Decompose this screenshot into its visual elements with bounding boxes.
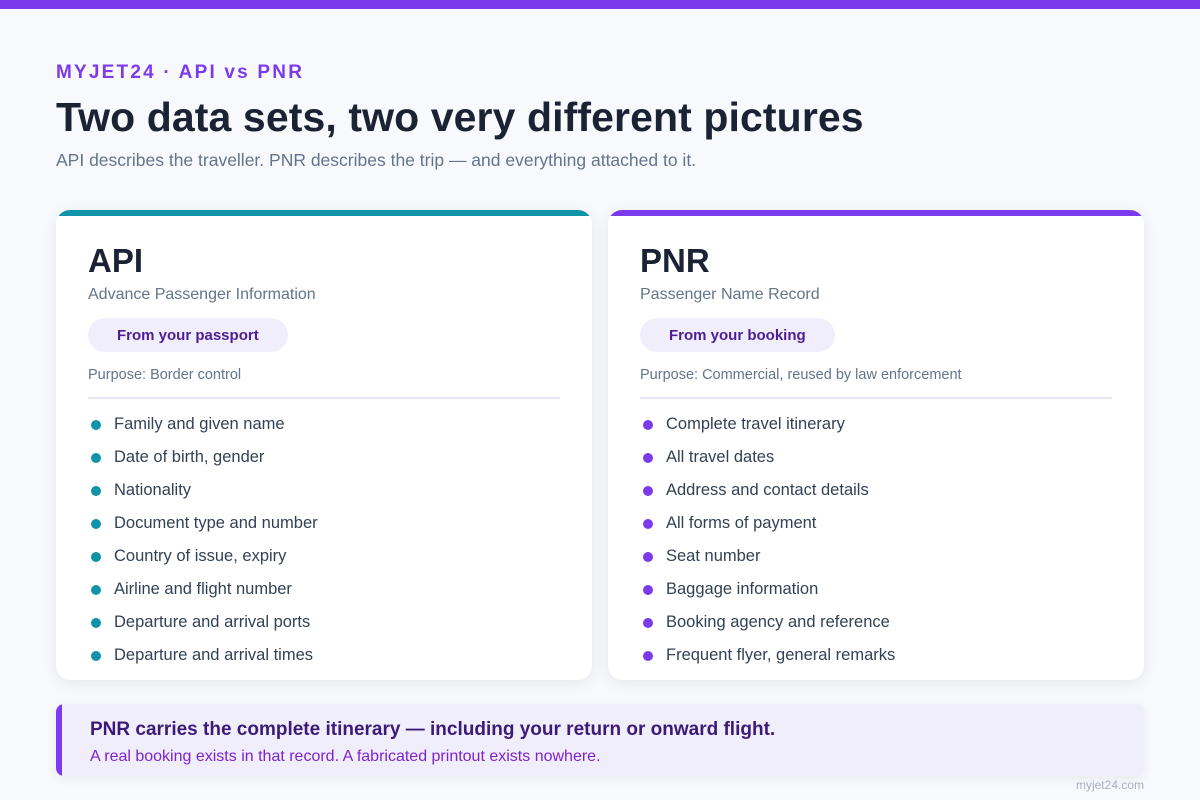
bullet-dot-icon bbox=[91, 617, 101, 628]
eyebrow-label: MYJET24 · API vs PNR bbox=[56, 62, 305, 83]
bullet-dot-icon bbox=[643, 650, 653, 661]
pnr-card-subtitle: Passenger Name Record bbox=[640, 286, 820, 303]
bullet-dot-icon bbox=[91, 419, 101, 430]
bullet-dot-icon bbox=[643, 485, 653, 496]
list-item: Document type and number bbox=[88, 507, 318, 540]
list-item-label: Baggage information bbox=[666, 580, 819, 598]
list-item: Departure and arrival ports bbox=[88, 606, 318, 639]
list-item: Nationality bbox=[88, 474, 318, 507]
list-item: Frequent flyer, general remarks bbox=[640, 639, 895, 672]
api-card-accent bbox=[56, 210, 592, 216]
callout-subtext: A real booking exists in that record. A … bbox=[90, 748, 601, 765]
api-purpose-text: Purpose: Border control bbox=[88, 367, 242, 383]
api-field-list: Family and given name Date of birth, gen… bbox=[88, 408, 318, 672]
callout-headline: PNR carries the complete itinerary — inc… bbox=[90, 719, 776, 740]
bullet-dot-icon bbox=[643, 617, 653, 628]
pnr-card-divider bbox=[640, 397, 1112, 399]
page-subtitle: API describes the traveller. PNR describ… bbox=[56, 150, 697, 170]
callout-accent-bar bbox=[56, 704, 62, 776]
bullet-dot-icon bbox=[91, 485, 101, 496]
pnr-card-accent bbox=[608, 210, 1144, 216]
api-card-title: API bbox=[88, 242, 144, 279]
api-card-divider bbox=[88, 397, 560, 399]
page-title: Two data sets, two very different pictur… bbox=[56, 94, 864, 140]
bullet-dot-icon bbox=[91, 650, 101, 661]
list-item-label: All forms of payment bbox=[666, 514, 817, 532]
bullet-dot-icon bbox=[643, 452, 653, 463]
list-item: All travel dates bbox=[640, 441, 895, 474]
top-accent-bar bbox=[0, 0, 1200, 9]
list-item: Booking agency and reference bbox=[640, 606, 895, 639]
pnr-purpose-text: Purpose: Commercial, reused by law enfor… bbox=[640, 367, 962, 383]
bullet-dot-icon bbox=[643, 551, 653, 562]
list-item: Family and given name bbox=[88, 408, 318, 441]
bullet-dot-icon bbox=[91, 584, 101, 595]
bullet-dot-icon bbox=[643, 419, 653, 430]
api-card-subtitle: Advance Passenger Information bbox=[88, 286, 316, 303]
list-item-label: Airline and flight number bbox=[114, 580, 292, 598]
list-item-label: Booking agency and reference bbox=[666, 613, 890, 631]
list-item: Country of issue, expiry bbox=[88, 540, 318, 573]
list-item-label: All travel dates bbox=[666, 448, 775, 466]
pnr-field-list: Complete travel itinerary All travel dat… bbox=[640, 408, 895, 672]
list-item-label: Address and contact details bbox=[666, 481, 869, 499]
bullet-dot-icon bbox=[643, 518, 653, 529]
pnr-card: PNR Passenger Name Record From your book… bbox=[608, 210, 1144, 680]
itinerary-callout: PNR carries the complete itinerary — inc… bbox=[56, 704, 1144, 776]
list-item: Baggage information bbox=[640, 573, 895, 606]
list-item: Departure and arrival times bbox=[88, 639, 318, 672]
bullet-dot-icon bbox=[91, 452, 101, 463]
list-item: All forms of payment bbox=[640, 507, 895, 540]
list-item: Date of birth, gender bbox=[88, 441, 318, 474]
list-item-label: Date of birth, gender bbox=[114, 448, 265, 466]
bullet-dot-icon bbox=[643, 584, 653, 595]
list-item: Address and contact details bbox=[640, 474, 895, 507]
bullet-dot-icon bbox=[91, 551, 101, 562]
list-item: Airline and flight number bbox=[88, 573, 318, 606]
list-item-label: Family and given name bbox=[114, 415, 285, 433]
list-item-label: Frequent flyer, general remarks bbox=[666, 646, 896, 664]
list-item-label: Seat number bbox=[666, 547, 761, 565]
list-item: Complete travel itinerary bbox=[640, 408, 895, 441]
list-item-label: Departure and arrival ports bbox=[114, 613, 311, 631]
footer-source: myjet24.com bbox=[1075, 778, 1144, 792]
list-item-label: Country of issue, expiry bbox=[114, 547, 287, 565]
pnr-card-title: PNR bbox=[640, 242, 710, 279]
list-item-label: Document type and number bbox=[114, 514, 318, 532]
pnr-source-badge: From your booking bbox=[640, 318, 835, 352]
list-item: Seat number bbox=[640, 540, 895, 573]
list-item-label: Departure and arrival times bbox=[114, 646, 313, 664]
api-source-badge: From your passport bbox=[88, 318, 288, 352]
bullet-dot-icon bbox=[91, 518, 101, 529]
list-item-label: Nationality bbox=[114, 481, 192, 499]
api-card: API Advance Passenger Information From y… bbox=[56, 210, 592, 680]
list-item-label: Complete travel itinerary bbox=[666, 415, 845, 433]
